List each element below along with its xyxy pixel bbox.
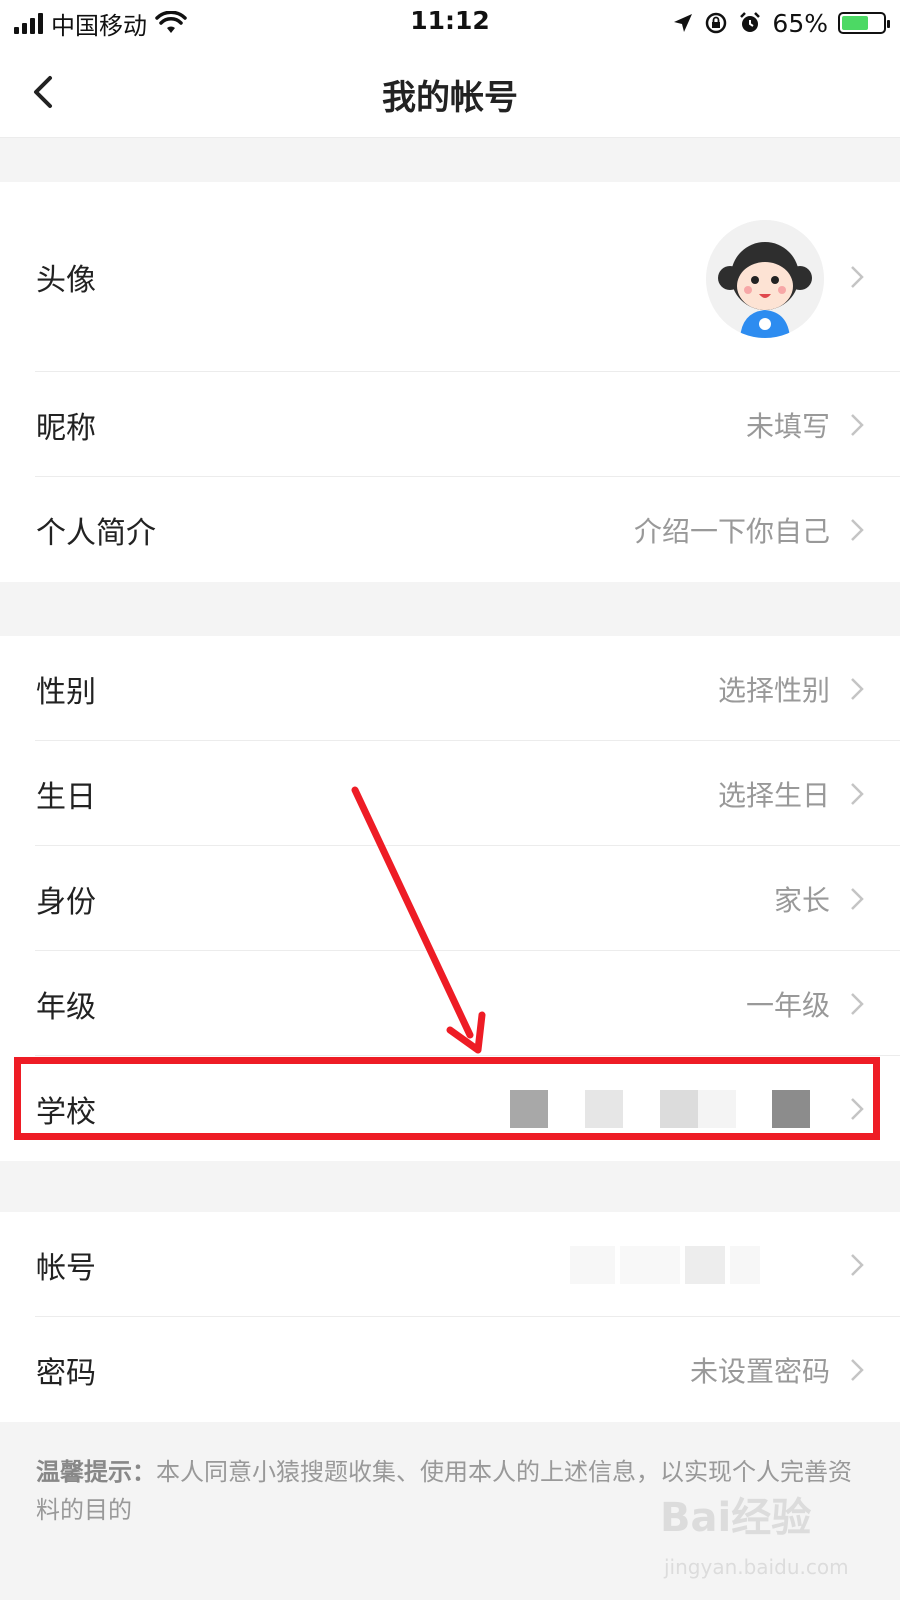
chevron-right-icon xyxy=(851,1253,864,1276)
watermark-url: jingyan.baidu.com xyxy=(664,1555,849,1579)
password-row[interactable]: 密码 未设置密码 xyxy=(0,1317,900,1422)
gender-row[interactable]: 性别 选择性别 xyxy=(0,636,900,741)
tip-label: 温馨提示： xyxy=(36,1458,156,1486)
bio-label: 个人简介 xyxy=(36,515,156,551)
identity-value: 家长 xyxy=(773,883,830,917)
battery-percent: 65% xyxy=(772,8,828,38)
location-icon xyxy=(674,14,693,32)
chevron-right-icon xyxy=(851,518,864,541)
watermark-brand: Bai经验 xyxy=(660,1495,812,1541)
password-label: 密码 xyxy=(36,1355,96,1391)
identity-row[interactable]: 身份 家长 xyxy=(0,846,900,951)
highlight-box xyxy=(14,1057,880,1140)
bio-value: 介绍一下你自己 xyxy=(633,514,830,548)
avatar-label: 头像 xyxy=(36,263,96,298)
chevron-right-icon xyxy=(851,1358,864,1381)
orientation-lock-icon xyxy=(706,12,727,34)
status-bar: 中国移动 11:12 65% xyxy=(0,0,900,46)
birthday-label: 生日 xyxy=(36,779,96,815)
chevron-right-icon xyxy=(851,677,864,700)
battery-icon xyxy=(838,12,890,34)
chevron-right-icon xyxy=(851,992,864,1015)
account-value-redacted xyxy=(510,1245,830,1284)
profile-group: 头像 昵称 未填写 个人简介 介绍一下你自己 xyxy=(0,182,900,582)
birthday-row[interactable]: 生日 选择生日 xyxy=(0,741,900,846)
gender-label: 性别 xyxy=(36,674,96,710)
security-group: 帐号 密码 未设置密码 xyxy=(0,1212,900,1422)
account-label: 帐号 xyxy=(36,1250,96,1286)
nickname-value: 未填写 xyxy=(745,409,830,443)
grade-label: 年级 xyxy=(36,989,96,1025)
chevron-right-icon xyxy=(851,887,864,910)
nickname-row[interactable]: 昵称 未填写 xyxy=(0,372,900,477)
password-value: 未设置密码 xyxy=(689,1354,830,1388)
watermark: Bai经验 jingyan.baidu.com xyxy=(660,1475,860,1585)
gender-value: 选择性别 xyxy=(717,673,830,707)
grade-row[interactable]: 年级 一年级 xyxy=(0,951,900,1056)
alarm-icon xyxy=(740,12,761,32)
identity-label: 身份 xyxy=(36,884,96,920)
account-row[interactable]: 帐号 xyxy=(0,1212,900,1317)
chevron-right-icon xyxy=(851,413,864,436)
grade-value: 一年级 xyxy=(745,988,830,1022)
birthday-value: 选择生日 xyxy=(717,778,830,812)
avatar-row[interactable]: 头像 xyxy=(0,182,900,372)
chevron-right-icon xyxy=(851,266,864,288)
chevron-right-icon xyxy=(851,782,864,805)
avatar[interactable] xyxy=(706,220,824,338)
bio-row[interactable]: 个人简介 介绍一下你自己 xyxy=(0,477,900,582)
nav-bar: 我的帐号 xyxy=(0,46,900,138)
page-title: 我的帐号 xyxy=(382,78,518,118)
nickname-label: 昵称 xyxy=(36,410,96,446)
